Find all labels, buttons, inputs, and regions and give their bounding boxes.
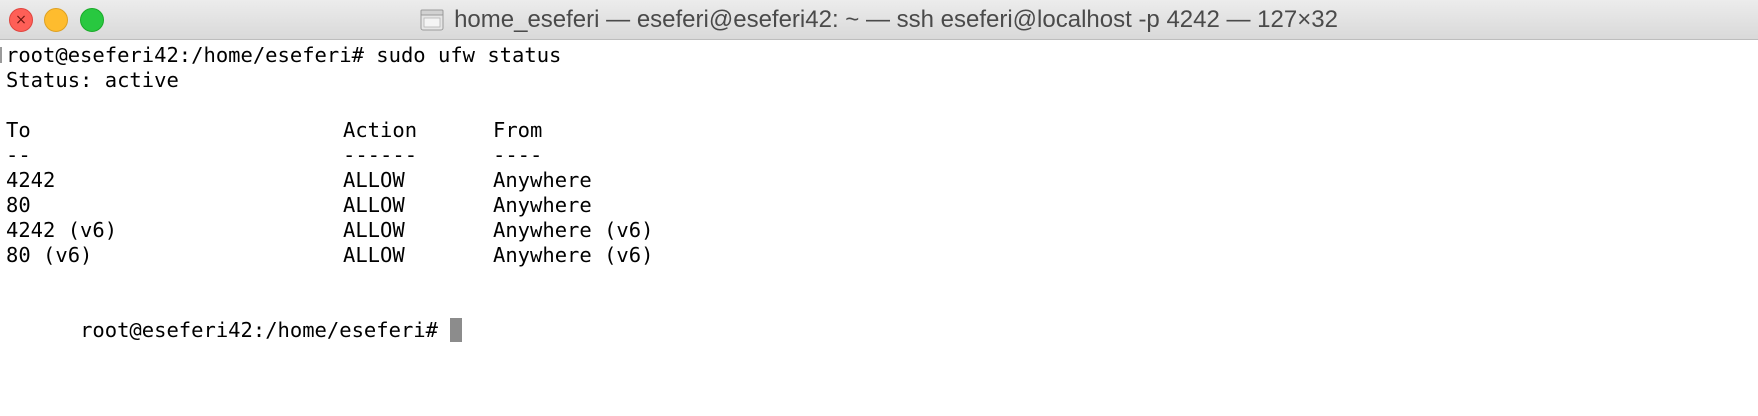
row-from: Anywhere: [493, 168, 592, 192]
separator-from: ----: [493, 143, 543, 167]
row-from: Anywhere (v6): [493, 243, 654, 267]
row-from: Anywhere (v6): [493, 218, 654, 242]
row-action: ALLOW: [343, 243, 405, 267]
folder-icon: [420, 9, 444, 31]
table-row: 4242 (v6) ALLOW Anywhere (v6): [6, 218, 1758, 243]
table-row: 80 ALLOW Anywhere: [6, 193, 1758, 218]
window-title-container: home_eseferi — eseferi@eseferi42: ~ — ss…: [0, 0, 1758, 40]
row-action: ALLOW: [343, 193, 405, 217]
row-to: 4242 (v6): [6, 218, 118, 242]
selection-marker: [0, 47, 2, 63]
header-from: From: [493, 118, 543, 142]
row-action: ALLOW: [343, 218, 405, 242]
prompt-line[interactable]: root@eseferi42:/home/eseferi#: [6, 293, 1758, 342]
row-from: Anywhere: [493, 193, 592, 217]
prompt-text: root@eseferi42:/home/eseferi#: [80, 318, 438, 342]
row-to: 80 (v6): [6, 243, 93, 267]
window-title: home_eseferi — eseferi@eseferi42: ~ — ss…: [454, 6, 1338, 33]
row-to: 80: [6, 193, 31, 217]
table-header-row: To Action From: [6, 118, 1758, 143]
title-bar[interactable]: × home_eseferi — eseferi@eseferi42: ~ — …: [0, 0, 1758, 40]
header-action: Action: [343, 118, 418, 142]
separator-action: ------: [343, 143, 418, 167]
terminal-window: × home_eseferi — eseferi@eseferi42: ~ — …: [0, 0, 1758, 416]
row-action: ALLOW: [343, 168, 405, 192]
row-to: 4242: [6, 168, 56, 192]
header-to: To: [6, 118, 31, 142]
table-row: 4242 ALLOW Anywhere: [6, 168, 1758, 193]
table-row: 80 (v6) ALLOW Anywhere (v6): [6, 243, 1758, 268]
terminal-output[interactable]: root@eseferi42:/home/eseferi# sudo ufw s…: [0, 41, 1758, 416]
separator-to: --: [6, 143, 31, 167]
text-cursor: [449, 318, 462, 342]
command-line: root@eseferi42:/home/eseferi# sudo ufw s…: [6, 43, 562, 67]
status-line: Status: active: [6, 68, 179, 92]
table-separator-row: -- ------ ----: [6, 143, 1758, 168]
